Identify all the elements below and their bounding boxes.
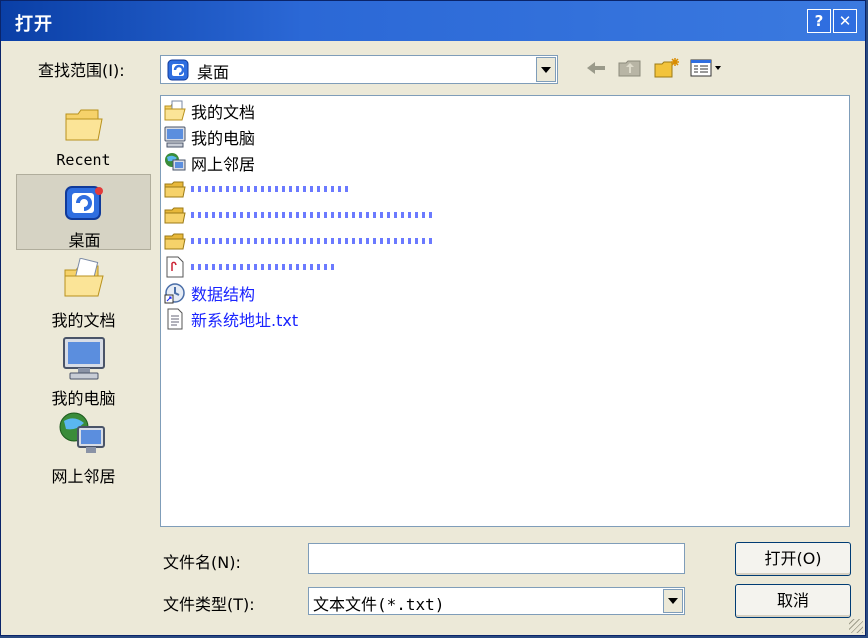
filename-label: 文件名(N):: [163, 553, 241, 572]
filename-field[interactable]: [308, 543, 685, 574]
help-button[interactable]: ?: [807, 9, 831, 33]
recent-folder-icon: [64, 106, 104, 148]
back-button[interactable]: [585, 59, 607, 81]
cancel-button[interactable]: 取消: [735, 584, 851, 618]
file-name: 网上邻居: [191, 155, 256, 174]
redacted-name: [191, 264, 336, 270]
file-name: 新系统地址.txt: [191, 311, 299, 330]
list-item[interactable]: [164, 229, 436, 253]
redacted-name: [191, 186, 351, 192]
up-folder-icon: [618, 58, 642, 82]
file-name: 数据结构: [191, 285, 256, 304]
file-name: 我的电脑: [191, 129, 256, 148]
new-folder-icon: [654, 57, 680, 83]
list-item[interactable]: [164, 177, 351, 201]
list-item[interactable]: 我的电脑: [164, 125, 255, 149]
folder-icon: [164, 204, 186, 226]
file-name: 我的文档: [191, 103, 256, 122]
close-button[interactable]: ✕: [833, 9, 857, 33]
shortcut-icon: [164, 282, 186, 304]
resize-grip[interactable]: [849, 619, 863, 633]
window-title: 打开: [15, 14, 53, 35]
chevron-down-icon[interactable]: [536, 57, 556, 82]
back-arrow-icon: [586, 60, 606, 80]
look-in-dropdown[interactable]: 桌面: [160, 55, 558, 84]
place-my-documents[interactable]: 我的文档: [16, 253, 151, 330]
folder-icon: [164, 230, 186, 252]
filetype-dropdown[interactable]: 文本文件(*.txt): [308, 587, 685, 615]
my-documents-icon: [62, 257, 106, 306]
network-places-icon: [164, 152, 186, 174]
file-list[interactable]: 我的文档 我的电脑 网上邻居 数据结构 新系统地址.txt: [160, 95, 850, 527]
title-bar[interactable]: 打开 ? ✕: [1, 1, 865, 41]
list-item[interactable]: [164, 255, 336, 279]
open-button[interactable]: 打开(O): [735, 542, 851, 576]
view-menu-icon: [690, 58, 724, 82]
up-folder-button[interactable]: [617, 59, 643, 81]
place-my-computer[interactable]: 我的电脑: [16, 331, 151, 408]
chevron-down-icon[interactable]: [663, 589, 683, 613]
desktop-icon: [63, 183, 105, 227]
new-folder-button[interactable]: [653, 57, 681, 83]
redacted-name: [191, 238, 436, 244]
look-in-value: 桌面: [197, 63, 230, 82]
list-item[interactable]: [164, 203, 436, 227]
my-computer-icon: [164, 126, 186, 148]
filetype-value: 文本文件(*.txt): [313, 595, 445, 614]
place-my-documents-label: 我的文档: [51, 311, 116, 330]
place-recent-label: Recent: [56, 151, 111, 169]
places-bar: Recent 桌面 我的文档 我的电脑 网上邻居: [16, 96, 151, 496]
look-in-label: 查找范围(I):: [38, 61, 125, 80]
filetype-label: 文件类型(T):: [163, 595, 255, 614]
text-file-icon: [164, 308, 186, 330]
view-menu-button[interactable]: [689, 59, 725, 81]
place-desktop-label: 桌面: [68, 231, 101, 250]
list-item[interactable]: 我的文档: [164, 99, 255, 123]
list-item[interactable]: 数据结构: [164, 281, 255, 305]
open-file-dialog: 打开 ? ✕ 查找范围(I): 桌面 Recent 桌面 我的文档 我的电脑 网…: [0, 0, 866, 636]
my-documents-icon: [164, 100, 186, 122]
network-places-icon: [58, 411, 108, 463]
list-item[interactable]: 网上邻居: [164, 151, 255, 175]
place-network-places[interactable]: 网上邻居: [16, 409, 151, 486]
folder-icon: [164, 178, 186, 200]
place-desktop[interactable]: 桌面: [16, 174, 151, 250]
redacted-name: [191, 212, 436, 218]
place-recent[interactable]: Recent: [16, 96, 151, 174]
shortcut-file-icon: [164, 256, 186, 278]
desktop-icon: [167, 59, 189, 85]
place-my-computer-label: 我的电脑: [51, 389, 116, 408]
place-network-places-label: 网上邻居: [51, 467, 116, 486]
my-computer-icon: [60, 335, 108, 387]
list-item[interactable]: 新系统地址.txt: [164, 307, 298, 331]
